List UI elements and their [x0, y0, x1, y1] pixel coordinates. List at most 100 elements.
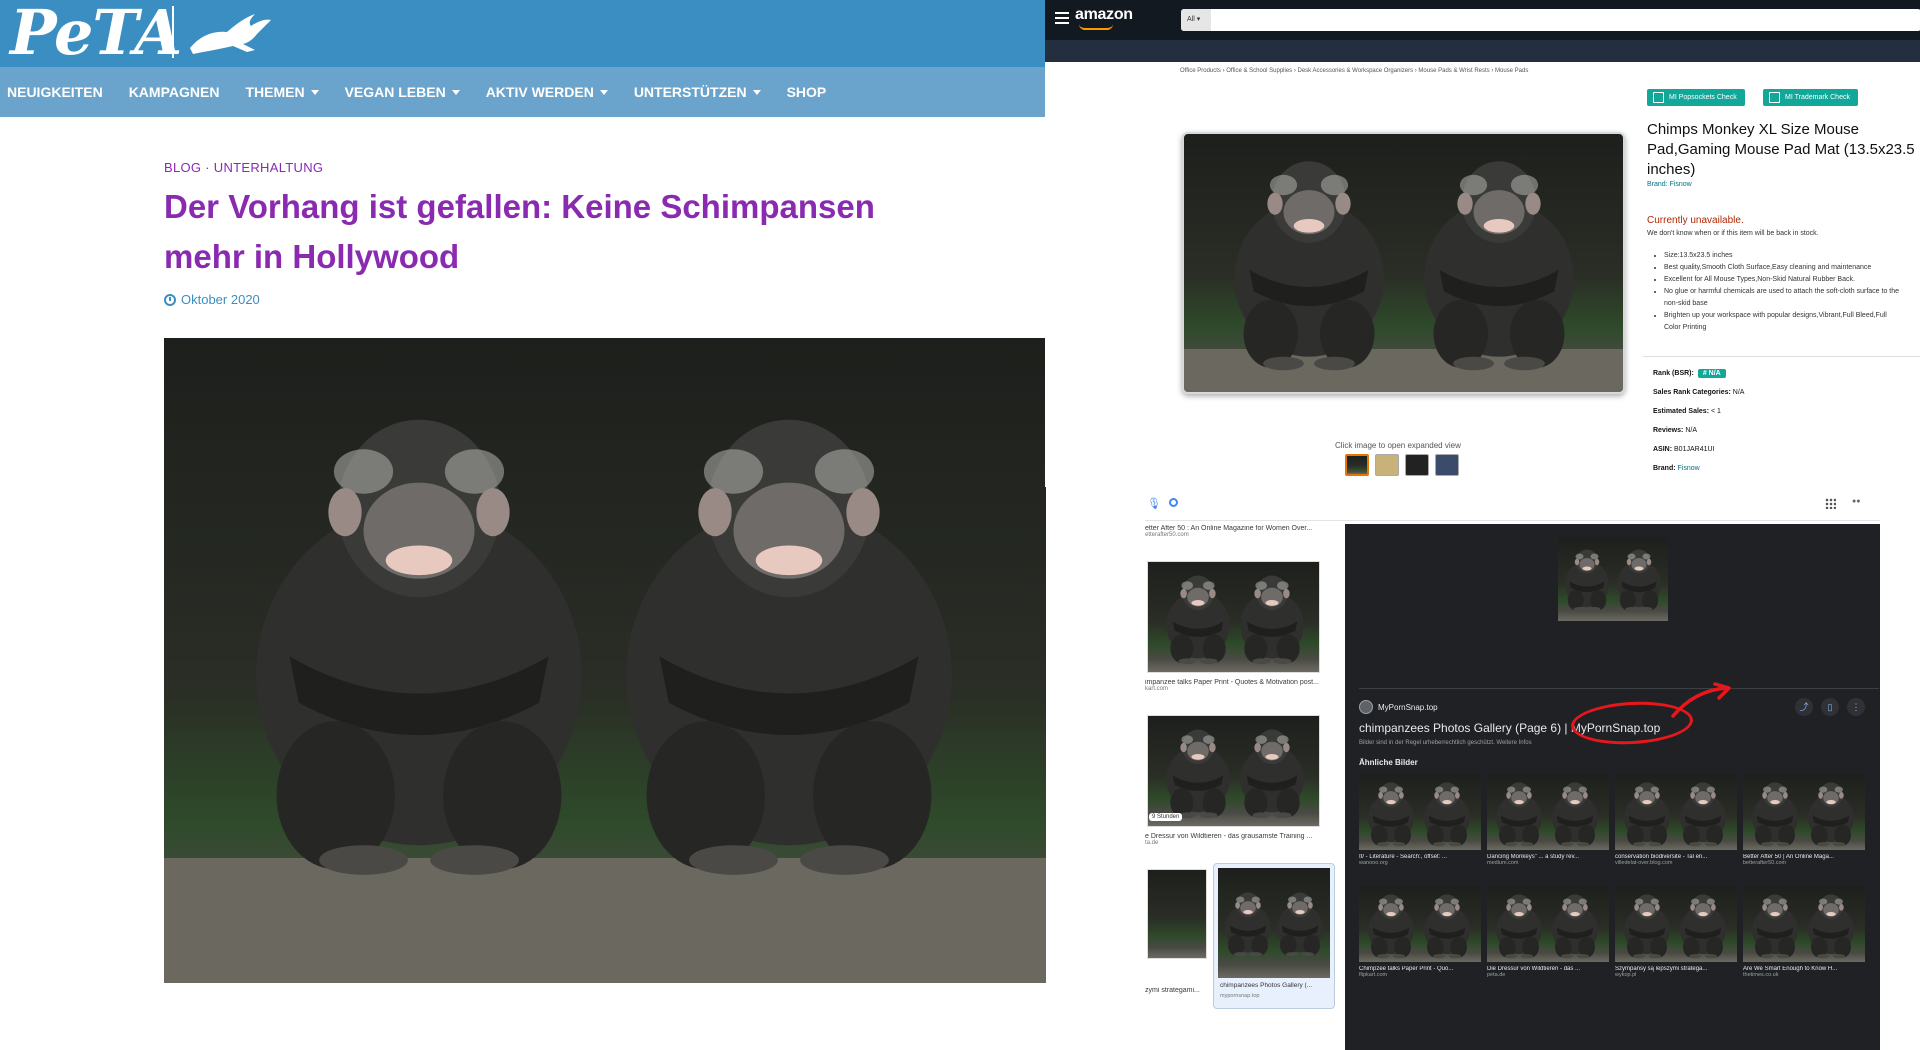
similar-thumb [1615, 886, 1737, 962]
chimp-thumb [1624, 894, 1726, 959]
selected-result-card[interactable]: chimpanzees Photos Gallery (... mypornsn… [1213, 863, 1335, 1009]
result-item[interactable]: zymi strategami... [1145, 987, 1205, 994]
peta-page: PeTA NEUIGKEITEN KAMPAGNEN THEMEN VEGAN … [0, 0, 1046, 1050]
google-topbar: 🎙 ●● [1145, 487, 1880, 521]
result-item[interactable]: etter After 50 : An Online Magazine for … [1145, 525, 1330, 538]
similar-source: flipkart.com [1359, 972, 1388, 978]
nav-unterstuetzen[interactable]: UNTERSTÜTZEN [634, 84, 761, 100]
location-pin-icon [1050, 83, 1063, 96]
preview-image[interactable] [1558, 537, 1668, 621]
more-options-icon[interactable]: ⋮ [1847, 698, 1865, 716]
breadcrumb[interactable]: Office Products › Office & School Suppli… [1180, 68, 1528, 74]
bullet: Excellent for All Mouse Types,Non-Skid N… [1664, 274, 1901, 286]
nav-label: VEGAN LEBEN [344, 84, 446, 100]
nav-silvios-amazon[interactable]: Silvio's Amazon.com [1243, 86, 1316, 95]
chimp-thumb [1565, 549, 1661, 611]
result-source: kart.com [1145, 686, 1169, 692]
bookmark-icon[interactable]: ▯ [1821, 698, 1839, 716]
result-caption: etter After 50 : An Online Magazine for … [1145, 525, 1313, 532]
rank-label: Rank (BSR): [1653, 370, 1694, 377]
nav-gift-cards[interactable]: Gift Cards [1522, 86, 1558, 95]
detail-actions: ⤴ ▯ ⋮ [1795, 698, 1865, 716]
search-icon[interactable] [1169, 498, 1178, 507]
trademark-check-button[interactable]: MI Trademark Check [1763, 89, 1858, 106]
nav-vegan-leben[interactable]: VEGAN LEBEN [345, 84, 460, 100]
result-item[interactable]: impanzee talks Paper Print - Quotes & Mo… [1145, 679, 1330, 692]
thumbnail[interactable] [1375, 454, 1399, 476]
chimp-thumb [1752, 782, 1854, 847]
article-date: Oktober 2020 [164, 292, 260, 307]
chimp-thumb [1496, 894, 1598, 959]
chimp-thumb [1752, 894, 1854, 959]
amazon-smile-icon [1079, 24, 1113, 30]
result-caption: e Dressur von Wildtieren - das grausamst… [1145, 833, 1313, 840]
similar-image[interactable]: conservation biodiversite - Tal en... vil… [1615, 774, 1737, 880]
popsockets-check-button[interactable]: MI Popsockets Check [1647, 89, 1745, 106]
nav-registry[interactable]: Registry [1591, 86, 1620, 95]
result-thumbnail[interactable] [1147, 561, 1320, 673]
label: Sales Rank Categories: [1653, 389, 1731, 396]
amazon-topbar: amazon All ▾ [1045, 0, 1920, 40]
deliver-to[interactable]: Deliver to Silvio Serpong 15322 [1050, 83, 1113, 99]
peta-logo[interactable]: PeTA [10, 0, 182, 67]
similar-image[interactable]: Better After 50 | An Online Maga... bette… [1743, 774, 1865, 880]
result-caption: zymi strategami... [1145, 987, 1200, 994]
search-bar[interactable]: All ▾ [1181, 9, 1920, 31]
clock-icon [164, 293, 176, 306]
search-category-select[interactable]: All ▾ [1181, 9, 1211, 31]
value: N/A [1732, 389, 1745, 396]
similar-image[interactable]: Dancing Monkeys" ... a study rev... mediu… [1487, 774, 1609, 880]
expand-hint: Click image to open expanded view [1335, 441, 1461, 450]
similar-image[interactable]: It/ - Literature - Search:, offset: ... w… [1359, 774, 1481, 880]
value: B01JAR41UI [1674, 446, 1715, 453]
source-site[interactable]: MyPornSnap.top [1359, 700, 1438, 714]
nav-kampagnen[interactable]: KAMPAGNEN [129, 84, 220, 100]
result-caption: impanzee talks Paper Print - Quotes & Mo… [1145, 679, 1319, 686]
nav-shop[interactable]: SHOP [787, 84, 827, 100]
article-categories[interactable]: BLOG · UNTERHALTUNG [164, 160, 323, 175]
result-thumbnail[interactable] [1147, 715, 1320, 827]
similar-image[interactable]: Szympansy są lepszymi stratega... wykop.p… [1615, 886, 1737, 992]
red-arrow-annotation [1671, 682, 1731, 718]
menu-icon[interactable] [1055, 12, 1069, 24]
nav-browsing-history[interactable]: Browsing History ▾ [1399, 86, 1465, 95]
nav-neuigkeiten[interactable]: NEUIGKEITEN [7, 84, 103, 100]
selected-thumbnail [1218, 868, 1330, 978]
nav-label: THEMEN [245, 84, 305, 100]
thumbnail[interactable] [1405, 454, 1429, 476]
nav-customer-service[interactable]: Customer Service [1326, 86, 1390, 95]
chimp-thumb [1166, 575, 1304, 665]
microphone-icon[interactable]: 🎙 [1147, 497, 1161, 510]
nav-buy-again[interactable]: Buy Again [1476, 86, 1512, 95]
brand-link[interactable]: Brand: Fisnow [1647, 181, 1692, 188]
similar-source: medium.com [1487, 860, 1519, 866]
nav-aktiv-werden[interactable]: AKTIV WERDEN [486, 84, 608, 100]
nav-todays-deals[interactable]: Today's Deals [1183, 86, 1233, 95]
brand-value-link[interactable]: Fisnow [1678, 465, 1700, 472]
apps-grid-icon[interactable] [1825, 498, 1836, 509]
account-avatar[interactable]: ●● [1852, 498, 1860, 505]
product-main-image[interactable] [1182, 132, 1625, 394]
time-badge: 9 Stunden [1149, 813, 1183, 821]
date-text: Oktober 2020 [181, 292, 260, 307]
thumbnail[interactable] [1435, 454, 1459, 476]
nav-sell[interactable]: Sell [1568, 86, 1581, 95]
similar-image[interactable]: Die Dressur von Wildtieren - das ... peta… [1487, 886, 1609, 992]
similar-image[interactable]: Are We Smart Enough to Know H... thetimes… [1743, 886, 1865, 992]
brand-row: Brand: Fisnow [1653, 465, 1700, 472]
chimp-thumb [1368, 894, 1470, 959]
result-thumbnail[interactable] [1147, 869, 1207, 959]
value: N/A [1685, 427, 1697, 434]
logo-divider [172, 6, 174, 58]
availability-note: We don't know when or if this item will … [1647, 230, 1819, 237]
similar-image[interactable]: Chimpzee talks Paper Print - Quo... flipk… [1359, 886, 1481, 992]
similar-thumb [1743, 774, 1865, 850]
amazon-logo[interactable]: amazon [1075, 6, 1133, 24]
share-icon[interactable]: ⤴ [1795, 698, 1813, 716]
similar-source: villedelat-over.blog.com [1615, 860, 1673, 866]
result-item[interactable]: e Dressur von Wildtieren - das grausamst… [1145, 833, 1330, 846]
similar-thumb [1487, 774, 1609, 850]
bunny-icon [190, 14, 271, 54]
thumbnail[interactable] [1345, 454, 1369, 476]
nav-themen[interactable]: THEMEN [245, 84, 319, 100]
